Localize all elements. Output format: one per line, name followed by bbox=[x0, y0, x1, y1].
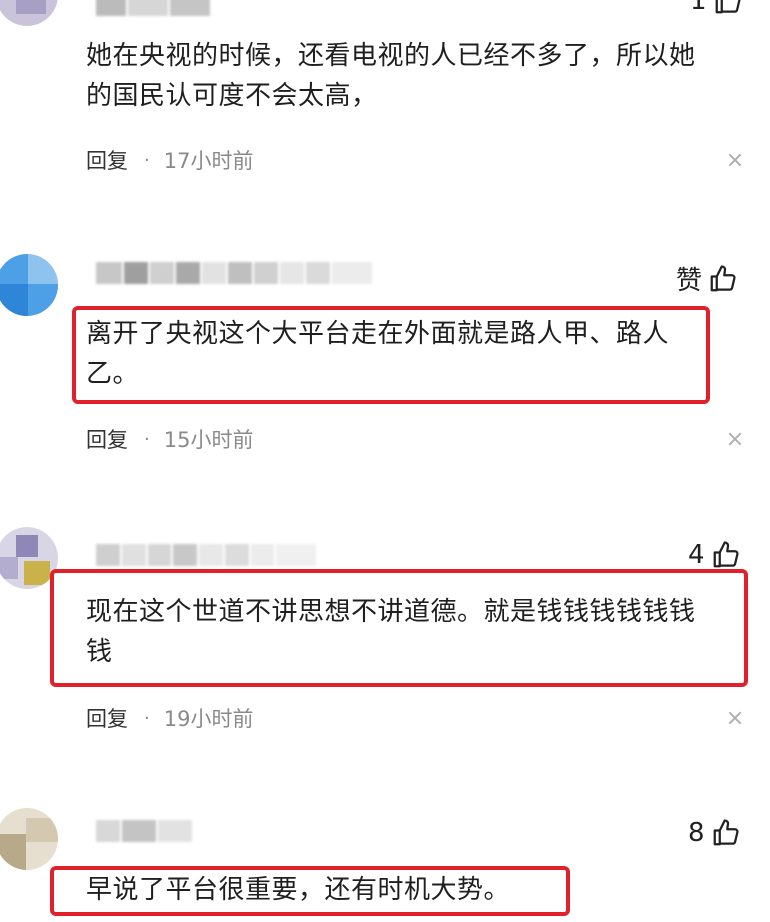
comment-text: 现在这个世道不讲思想不讲道德。就是钱钱钱钱钱钱 钱 bbox=[86, 592, 696, 672]
username[interactable] bbox=[96, 544, 316, 566]
meta-separator: · bbox=[144, 707, 150, 729]
comment-meta: 回复 · 19小时前 bbox=[86, 703, 253, 733]
like-button[interactable]: 4 bbox=[688, 540, 741, 570]
thumbs-up-icon bbox=[713, 541, 739, 568]
thumbs-up-icon bbox=[715, 0, 741, 14]
comment-text-line: 离开了央视这个大平台走在外面就是路人甲、路人 bbox=[86, 319, 670, 349]
like-count: 8 bbox=[688, 818, 705, 848]
like-count: 1 bbox=[690, 0, 707, 16]
avatar[interactable] bbox=[0, 254, 58, 316]
thumbs-up-icon bbox=[710, 264, 736, 291]
username[interactable] bbox=[96, 0, 216, 16]
username[interactable] bbox=[96, 262, 383, 284]
close-icon[interactable] bbox=[728, 711, 742, 725]
reply-button[interactable]: 回复 bbox=[86, 145, 128, 175]
avatar[interactable] bbox=[0, 0, 58, 26]
comment-text: 早说了平台很重要，还有时机大势。 bbox=[86, 870, 510, 910]
reply-button[interactable]: 回复 bbox=[86, 424, 128, 454]
meta-separator: · bbox=[144, 149, 150, 171]
username[interactable] bbox=[96, 820, 192, 842]
comment-text: 离开了央视这个大平台走在外面就是路人甲、路人 乙。 bbox=[86, 314, 669, 394]
close-icon[interactable] bbox=[728, 432, 742, 446]
comment-meta: 回复 · 17小时前 bbox=[86, 145, 253, 175]
comment-time: 15小时前 bbox=[163, 428, 254, 452]
comment-time: 19小时前 bbox=[163, 707, 254, 731]
comment-text-line: 钱 bbox=[86, 637, 113, 667]
like-count: 4 bbox=[688, 540, 705, 570]
meta-separator: · bbox=[144, 428, 150, 450]
comment-text-line: 的国民认可度不会太高， bbox=[86, 81, 378, 111]
avatar[interactable] bbox=[0, 808, 58, 870]
comment-meta: 回复 · 15小时前 bbox=[86, 424, 253, 454]
comment-text-line: 早说了平台很重要，还有时机大势。 bbox=[86, 875, 511, 905]
like-label: 赞 bbox=[676, 266, 703, 296]
close-icon[interactable] bbox=[728, 153, 742, 167]
comment-time: 17小时前 bbox=[163, 149, 254, 173]
comment-text-line: 乙。 bbox=[86, 359, 140, 389]
comment-text-line: 她在央视的时候，还看电视的人已经不多了，所以她 bbox=[86, 41, 696, 71]
like-button[interactable]: 赞 bbox=[676, 260, 738, 297]
like-button[interactable]: 1 bbox=[690, 0, 743, 16]
comment-text-line: 现在这个世道不讲思想不讲道德。就是钱钱钱钱钱钱 bbox=[86, 597, 696, 627]
reply-button[interactable]: 回复 bbox=[86, 703, 128, 733]
like-button[interactable]: 8 bbox=[688, 818, 741, 848]
thumbs-up-icon bbox=[713, 819, 739, 846]
comment-text: 她在央视的时候，还看电视的人已经不多了，所以她 的国民认可度不会太高， bbox=[86, 36, 696, 116]
